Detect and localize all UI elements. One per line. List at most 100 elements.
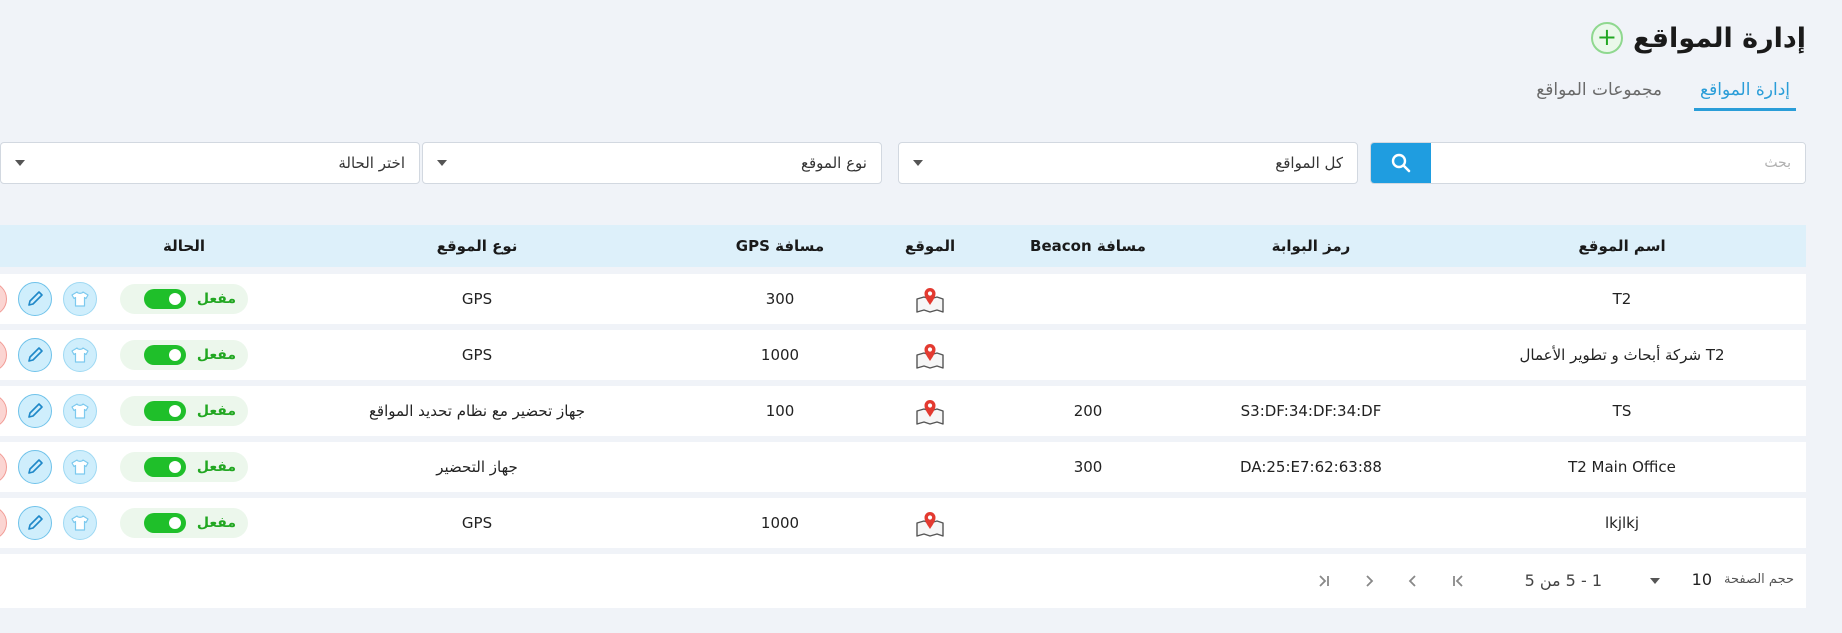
cell-site-name: T2 شركة أبحاث و تطوير الأعمال <box>1519 346 1725 364</box>
cell-gps-distance: 1000 <box>760 514 800 532</box>
page-title: إدارة المواقع <box>1632 22 1806 54</box>
plus-icon: + <box>1596 23 1617 51</box>
pencil-icon <box>28 347 43 362</box>
cell-site-name: T2 Main Office <box>1568 458 1676 476</box>
cell-actions <box>0 498 106 548</box>
site-type-select[interactable]: نوع الموقع <box>422 142 882 184</box>
last-page-button[interactable] <box>1446 568 1472 594</box>
page-size-label: حجم الصفحة <box>1724 572 1794 587</box>
chevron-down-icon <box>913 160 923 166</box>
header-location[interactable]: الموقع <box>868 225 992 267</box>
pencil-icon <box>28 515 43 530</box>
uniform-button[interactable] <box>63 450 97 484</box>
cell-status: مفعل <box>106 330 262 380</box>
shirt-icon <box>71 459 89 475</box>
sites-select[interactable]: كل المواقع <box>898 142 1358 184</box>
page-size-select[interactable]: 10 <box>1692 570 1712 589</box>
tabs: إدارة المواقع مجموعات المواقع <box>1504 80 1796 111</box>
search-icon <box>1391 153 1411 173</box>
edit-button[interactable] <box>18 506 52 540</box>
cell-location <box>868 274 992 324</box>
edit-button[interactable] <box>18 282 52 316</box>
uniform-button[interactable] <box>63 282 97 316</box>
header-gps-distance[interactable]: مسافة GPS <box>692 225 868 267</box>
cell-location <box>868 498 992 548</box>
pencil-icon <box>28 291 43 306</box>
cell-gps-distance <box>692 442 868 492</box>
edit-button[interactable] <box>18 394 52 428</box>
status-switch[interactable] <box>144 457 186 477</box>
status-switch[interactable] <box>144 513 186 533</box>
cell-status: مفعل <box>106 498 262 548</box>
status-toggle-pill: مفعل <box>120 508 248 538</box>
uniform-button[interactable] <box>63 506 97 540</box>
delete-button[interactable] <box>0 506 7 540</box>
shirt-icon <box>71 515 89 531</box>
last-page-icon <box>1453 575 1463 587</box>
status-select[interactable]: اختر الحالة <box>0 142 420 184</box>
chevron-down-icon <box>15 160 25 166</box>
status-toggle-pill: مفعل <box>120 340 248 370</box>
cell-gps-distance: 1000 <box>760 346 800 364</box>
edit-button[interactable] <box>18 338 52 372</box>
map-pin-icon[interactable] <box>914 396 946 426</box>
cell-status: مفعل <box>106 442 262 492</box>
uniform-button[interactable] <box>63 338 97 372</box>
chevron-left-icon <box>1408 575 1416 587</box>
first-page-button[interactable] <box>1310 568 1336 594</box>
cell-gate-code <box>1184 330 1438 380</box>
add-site-button[interactable]: + <box>1590 22 1623 54</box>
chevron-right-icon <box>1366 575 1374 587</box>
cell-gate-code: DA:25:E7:62:63:88 <box>1240 458 1382 476</box>
cell-location <box>868 386 992 436</box>
pagination-bar: حجم الصفحة 10 1 - 5 من 5 <box>0 554 1806 608</box>
tab-site-groups[interactable]: مجموعات المواقع <box>1530 80 1668 111</box>
delete-button[interactable] <box>0 394 7 428</box>
status-switch[interactable] <box>144 345 186 365</box>
map-pin-icon[interactable] <box>914 284 946 314</box>
cell-site-name: T2 <box>1612 290 1632 308</box>
first-page-icon <box>1319 575 1329 587</box>
map-pin-icon[interactable] <box>914 508 946 538</box>
status-toggle-pill: مفعل <box>120 284 248 314</box>
table-row: T2 شركة أبحاث و تطوير الأعمال 1000 GPS م… <box>0 330 1806 380</box>
map-pin-icon[interactable] <box>914 340 946 370</box>
status-toggle-pill: مفعل <box>120 452 248 482</box>
header-status[interactable]: الحالة <box>106 225 262 267</box>
page-range: 1 - 5 من 5 <box>1524 571 1602 590</box>
search-button[interactable] <box>1371 143 1431 183</box>
prev-page-button[interactable] <box>1356 568 1382 594</box>
cell-location <box>868 442 992 492</box>
chevron-down-icon[interactable] <box>1650 578 1660 584</box>
status-select-value: اختر الحالة <box>338 154 405 172</box>
page-header: إدارة المواقع + <box>1590 18 1806 58</box>
cell-site-type: جهاز التحضير <box>436 458 518 476</box>
delete-button[interactable] <box>0 338 7 372</box>
status-toggle-pill: مفعل <box>120 396 248 426</box>
status-switch[interactable] <box>144 289 186 309</box>
header-site-name[interactable]: اسم الموقع <box>1438 225 1806 267</box>
status-label: مفعل <box>196 403 236 419</box>
status-label: مفعل <box>196 291 236 307</box>
cell-gate-code <box>1184 498 1438 548</box>
pencil-icon <box>28 459 43 474</box>
cell-site-type: GPS <box>461 290 493 308</box>
search-input[interactable] <box>1431 143 1805 183</box>
tab-site-management[interactable]: إدارة المواقع <box>1694 80 1796 111</box>
next-page-button[interactable] <box>1400 568 1426 594</box>
edit-button[interactable] <box>18 450 52 484</box>
table-row: T2 Main Office DA:25:E7:62:63:88 300 جها… <box>0 442 1806 492</box>
chevron-down-icon <box>437 160 447 166</box>
header-site-type[interactable]: نوع الموقع <box>262 225 692 267</box>
header-gate-code[interactable]: رمز البوابة <box>1184 225 1438 267</box>
uniform-button[interactable] <box>63 394 97 428</box>
table-row: T2 300 GPS مفعل <box>0 274 1806 324</box>
delete-button[interactable] <box>0 450 7 484</box>
header-beacon-distance[interactable]: مسافة Beacon <box>992 225 1184 267</box>
cell-site-type: GPS <box>461 346 493 364</box>
status-switch[interactable] <box>144 401 186 421</box>
delete-button[interactable] <box>0 282 7 316</box>
cell-site-name: TS <box>1612 402 1632 420</box>
cell-gate-code: S3:DF:34:DF:34:DF <box>1240 402 1382 420</box>
cell-actions <box>0 442 106 492</box>
